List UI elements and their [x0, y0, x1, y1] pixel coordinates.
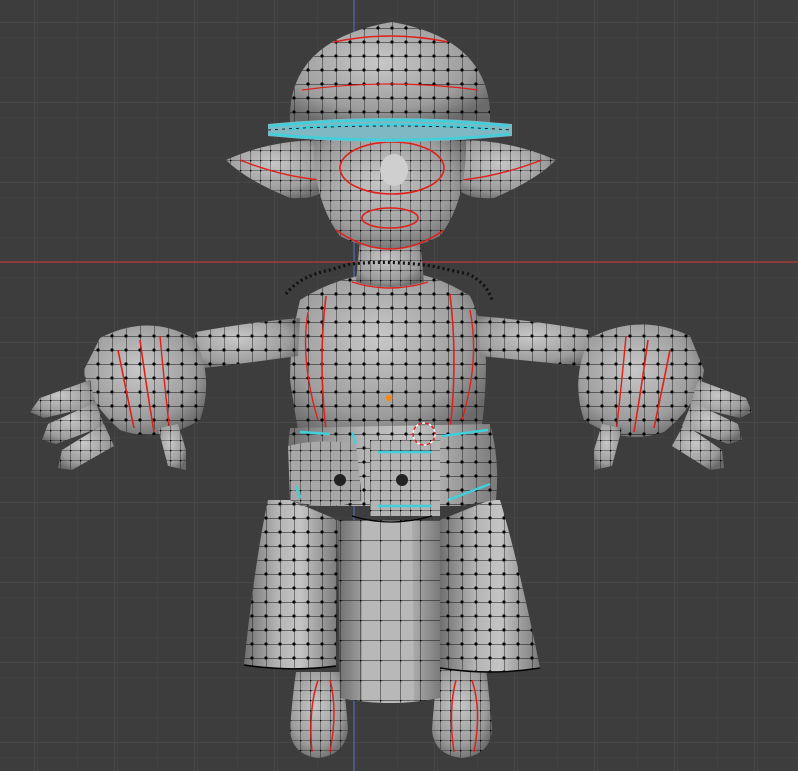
- belt-button-icon: [334, 474, 346, 486]
- coat-back-panel[interactable]: [362, 520, 414, 702]
- torso[interactable]: [290, 271, 486, 440]
- 3d-viewport[interactable]: [0, 0, 798, 771]
- hat-brim[interactable]: [268, 118, 512, 142]
- nose: [380, 154, 408, 186]
- buckle-center-icon: [396, 474, 408, 486]
- origin-point-icon[interactable]: [385, 394, 393, 402]
- right-foot[interactable]: [432, 668, 492, 758]
- left-foot[interactable]: [290, 672, 348, 758]
- viewport-canvas[interactable]: [0, 0, 798, 771]
